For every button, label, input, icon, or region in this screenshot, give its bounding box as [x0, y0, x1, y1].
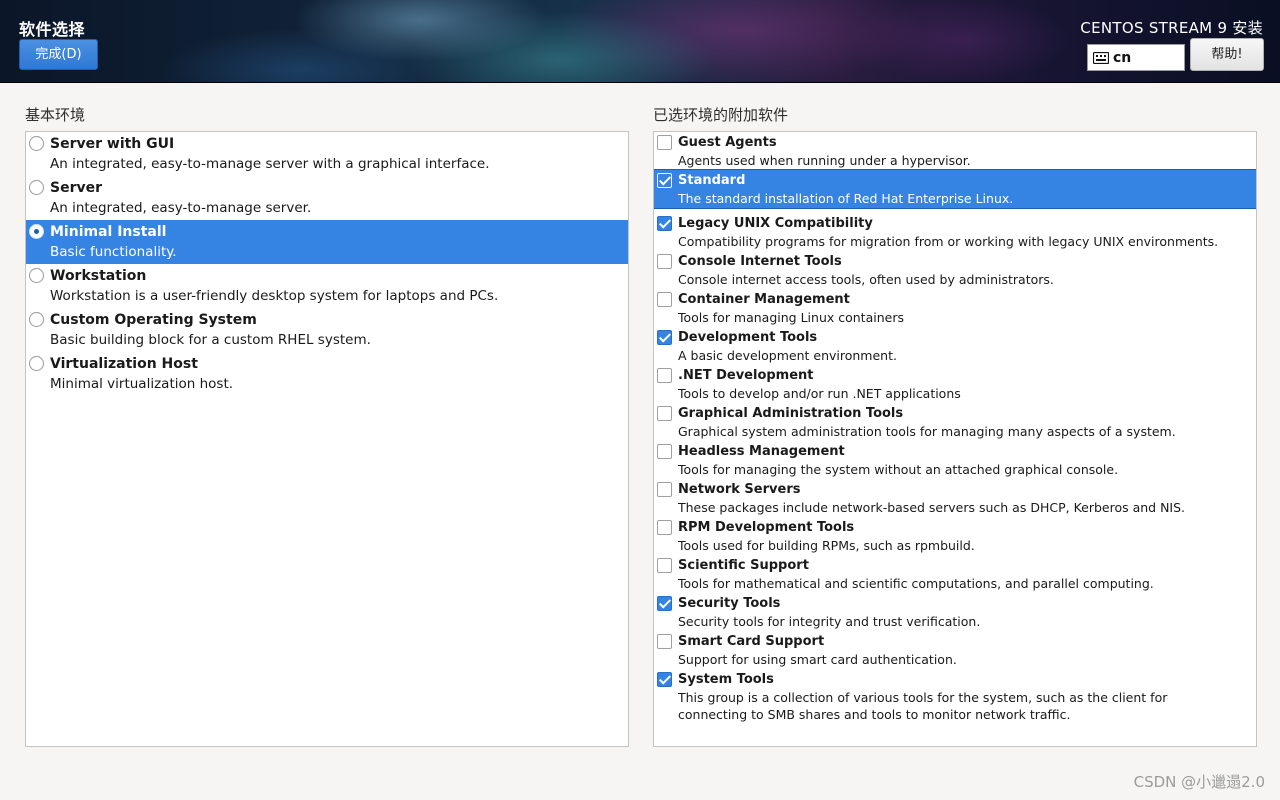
environment-option[interactable]: Workstation Workstation is a user-friendl…: [26, 264, 628, 308]
environment-name: Workstation: [50, 268, 147, 284]
addon-description: Graphical system administration tools fo…: [678, 424, 1176, 439]
checkbox-unchecked[interactable]: [657, 634, 672, 649]
checkbox-checked[interactable]: [657, 596, 672, 611]
radio-button[interactable]: [29, 180, 44, 195]
addon-name: Console Internet Tools: [678, 254, 842, 269]
addon-description: Compatibility programs for migration fro…: [678, 234, 1219, 249]
addon-description: Tools to develop and/or run .NET applica…: [678, 386, 961, 401]
environment-description: Basic building block for a custom RHEL s…: [50, 332, 371, 348]
environment-description: An integrated, easy-to-manage server wit…: [50, 156, 490, 172]
addon-name: Security Tools: [678, 596, 781, 611]
addon-description: These packages include network-based ser…: [678, 500, 1186, 515]
watermark: CSDN @小邋遢2.0: [1133, 773, 1265, 791]
checkbox-unchecked[interactable]: [657, 558, 672, 573]
additional-software-list: Guest Agents Agents used when running und…: [653, 131, 1257, 747]
addon-option[interactable]: RPM Development Tools Tools used for buil…: [654, 517, 1256, 555]
checkbox-checked[interactable]: [657, 672, 672, 687]
checkbox-unchecked[interactable]: [657, 368, 672, 383]
addon-name: RPM Development Tools: [678, 520, 855, 535]
addon-name: Guest Agents: [678, 135, 777, 150]
addon-name: Headless Management: [678, 444, 845, 459]
additional-software-label: 已选环境的附加软件: [653, 106, 789, 124]
addon-name: System Tools: [678, 672, 774, 687]
addon-name: Standard: [678, 173, 746, 188]
addon-option[interactable]: Smart Card Support Support for using smar…: [654, 631, 1256, 669]
addon-option[interactable]: Headless Management Tools for managing th…: [654, 441, 1256, 479]
header-bar: 软件选择 完成(D) CENTOS STREAM 9 安装 cn 帮助!: [0, 0, 1280, 83]
addon-name: Legacy UNIX Compatibility: [678, 216, 873, 231]
addon-name: Network Servers: [678, 482, 801, 497]
checkbox-unchecked[interactable]: [657, 135, 672, 150]
addon-name: Graphical Administration Tools: [678, 406, 904, 421]
environment-description: An integrated, easy-to-manage server.: [50, 200, 312, 216]
addon-description: This group is a collection of various to…: [678, 690, 1168, 722]
environment-option[interactable]: Server with GUI An integrated, easy-to-ma…: [26, 132, 628, 176]
addon-option[interactable]: Container Management Tools for managing L…: [654, 289, 1256, 327]
addon-option[interactable]: Legacy UNIX Compatibility Compatibility p…: [654, 213, 1256, 251]
addon-name: .NET Development: [678, 368, 814, 383]
environment-option[interactable]: Minimal Install Basic functionality.: [26, 220, 628, 264]
help-button[interactable]: 帮助!: [1190, 38, 1264, 71]
addon-description: Tools for managing Linux containers: [678, 310, 904, 325]
environment-option[interactable]: Custom Operating System Basic building bl…: [26, 308, 628, 352]
radio-button[interactable]: [29, 356, 44, 371]
environment-description: Basic functionality.: [50, 244, 177, 260]
addon-option[interactable]: Standard The standard installation of Red…: [654, 169, 1256, 209]
environment-name: Minimal Install: [50, 224, 167, 240]
product-title: CENTOS STREAM 9 安装: [1080, 19, 1263, 37]
environment-name: Server with GUI: [50, 136, 175, 152]
base-environment-list: Server with GUI An integrated, easy-to-ma…: [25, 131, 629, 747]
addon-option[interactable]: System Tools This group is a collection o…: [654, 669, 1256, 725]
environment-option[interactable]: Virtualization Host Minimal virtualizatio…: [26, 352, 628, 396]
environment-name: Custom Operating System: [50, 312, 257, 328]
addon-option[interactable]: .NET Development Tools to develop and/or …: [654, 365, 1256, 403]
addon-description: Agents used when running under a hypervi…: [678, 153, 971, 168]
addon-option[interactable]: Security Tools Security tools for integri…: [654, 593, 1256, 631]
addon-option[interactable]: Guest Agents Agents used when running und…: [654, 132, 1256, 170]
addon-option[interactable]: Scientific Support Tools for mathematical…: [654, 555, 1256, 593]
checkbox-unchecked[interactable]: [657, 520, 672, 535]
radio-button[interactable]: [29, 268, 44, 283]
addon-option[interactable]: Console Internet Tools Console internet a…: [654, 251, 1256, 289]
checkbox-unchecked[interactable]: [657, 292, 672, 307]
addon-description: A basic development environment.: [678, 348, 897, 363]
addon-option[interactable]: Development Tools A basic development env…: [654, 327, 1256, 365]
environment-name: Virtualization Host: [50, 356, 198, 372]
addon-description: Security tools for integrity and trust v…: [678, 614, 981, 629]
environment-name: Server: [50, 180, 103, 196]
checkbox-checked[interactable]: [657, 216, 672, 231]
addon-description: Tools for mathematical and scientific co…: [678, 576, 1154, 591]
checkbox-unchecked[interactable]: [657, 444, 672, 459]
radio-button[interactable]: [29, 136, 44, 151]
addon-description: The standard installation of Red Hat Ent…: [678, 191, 1014, 206]
checkbox-unchecked[interactable]: [657, 254, 672, 269]
done-button[interactable]: 完成(D): [19, 39, 98, 70]
checkbox-unchecked[interactable]: [657, 406, 672, 421]
checkbox-checked[interactable]: [657, 173, 672, 188]
keyboard-layout-label: cn: [1113, 49, 1132, 66]
environment-description: Minimal virtualization host.: [50, 376, 234, 392]
keyboard-layout-indicator[interactable]: cn: [1087, 44, 1185, 71]
addon-name: Smart Card Support: [678, 634, 825, 649]
addon-description: Tools for managing the system without an…: [678, 462, 1119, 477]
checkbox-unchecked[interactable]: [657, 482, 672, 497]
addon-name: Container Management: [678, 292, 850, 307]
page-title: 软件选择: [19, 20, 86, 39]
addon-description: Console internet access tools, often use…: [678, 272, 1054, 287]
base-environment-label: 基本环境: [25, 106, 86, 124]
radio-button[interactable]: [29, 224, 44, 239]
environment-option[interactable]: Server An integrated, easy-to-manage serv…: [26, 176, 628, 220]
addon-option[interactable]: Graphical Administration Tools Graphical …: [654, 403, 1256, 441]
addon-description: Support for using smart card authenticat…: [678, 652, 957, 667]
radio-button[interactable]: [29, 312, 44, 327]
addon-name: Scientific Support: [678, 558, 809, 573]
addon-name: Development Tools: [678, 330, 818, 345]
keyboard-icon: [1093, 51, 1109, 64]
addon-option[interactable]: Network Servers These packages include ne…: [654, 479, 1256, 517]
environment-description: Workstation is a user-friendly desktop s…: [50, 288, 499, 304]
checkbox-checked[interactable]: [657, 330, 672, 345]
addon-description: Tools used for building RPMs, such as rp…: [678, 538, 975, 553]
